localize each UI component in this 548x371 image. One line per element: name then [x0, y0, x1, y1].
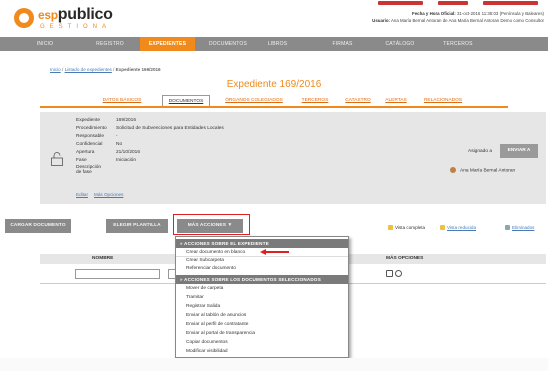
refresh-icon[interactable]: [395, 270, 402, 277]
logo-subtitle: GESTIONA: [40, 24, 112, 30]
column-mas-opciones: MÁS OPCIONES: [386, 256, 424, 261]
menu-item-portal-transparencia[interactable]: Enviar al portal de transparencia: [176, 330, 348, 338]
elegir-plantilla-button[interactable]: ELEGIR PLANTILLA: [106, 219, 168, 233]
info-row: Expediente 169/2016: [76, 118, 137, 123]
column-nombre: NOMBRE: [92, 256, 114, 261]
menu-item-visibilidad[interactable]: Modificar visibilidad: [176, 348, 348, 356]
nav-item-inicio[interactable]: INICIO: [20, 37, 70, 51]
dropdown-header-documentos: » ACCIONES SOBRE LOS DOCUMENTOS SELECCIO…: [176, 275, 348, 284]
page-footer: [0, 358, 548, 371]
mas-opciones-link[interactable]: Más Opciones: [94, 192, 123, 197]
nav-item-libros[interactable]: LIBROS: [255, 37, 300, 51]
breadcrumb-current: Expediente 169/2016: [115, 67, 161, 72]
nav-item-registro[interactable]: REGISTRO: [80, 37, 140, 51]
menu-item-tablon[interactable]: Enviar al tablón de anuncios: [176, 312, 348, 320]
vista-reducida-icon: [440, 225, 445, 231]
user-icon: [450, 167, 456, 173]
arrow-shaft: [265, 251, 289, 253]
vista-completa-icon: [388, 225, 393, 231]
info-row: Fase Iniciación: [76, 158, 136, 163]
lock-icon: [51, 152, 63, 166]
editar-link[interactable]: Editar: [76, 192, 88, 197]
breadcrumb: Inicio / Listado de expedientes / Expedi…: [50, 67, 161, 72]
dropdown-header-expediente: » ACCIONES SOBRE EL EXPEDIENTE: [176, 239, 348, 248]
menu-item-mover[interactable]: Mover de carpeta: [176, 285, 348, 293]
info-row: Procedimiento Solicitud de Subvenciones p…: [76, 126, 224, 131]
vista-completa-link[interactable]: Vista completa: [388, 225, 425, 231]
menu-item-registrar-salida[interactable]: Registrar Salida: [176, 303, 348, 311]
row-options: [386, 270, 404, 277]
info-links: Editar Más Opciones: [76, 192, 129, 197]
nav-item-terceros[interactable]: TERCEROS: [432, 37, 484, 51]
info-row: Apertura 21/10/2016: [76, 150, 141, 155]
header-accent-strip: [358, 0, 548, 6]
assigned-user: Ana María Bernal Antoran: [450, 167, 515, 173]
menu-item-crear-subcarpeta[interactable]: Crear Subcarpeta: [176, 257, 348, 265]
nav-item-expedientes[interactable]: EXPEDIENTES: [140, 37, 195, 51]
asignado-label: Asignado a: [468, 149, 493, 154]
page-title: Expediente 169/2016: [226, 79, 322, 90]
eliminados-link[interactable]: Eliminados: [505, 225, 534, 231]
enviar-a-button[interactable]: ENVIAR A: [500, 144, 538, 158]
nombre-filter-input[interactable]: [75, 269, 160, 279]
menu-item-copiar[interactable]: Copiar documentos: [176, 339, 348, 347]
nav-item-firmas[interactable]: FIRMAS: [320, 37, 365, 51]
info-row: Descripción de fase: [76, 165, 102, 175]
breadcrumb-inicio[interactable]: Inicio: [50, 67, 61, 72]
header: esppublico GESTIONA Fecha y Hora Oficial…: [0, 0, 548, 36]
tab-underline: [40, 106, 508, 108]
menu-item-perfil-contratante[interactable]: Enviar al perfil de contratante: [176, 321, 348, 329]
info-row: Responsable -: [76, 134, 118, 139]
cargar-documento-button[interactable]: CARGAR DOCUMENTO: [5, 219, 71, 233]
info-row: Confidencial No: [76, 142, 123, 147]
nav-item-documentos[interactable]: DOCUMENTOS: [198, 37, 258, 51]
main-nav: INICIO REGISTRO EXPEDIENTES DOCUMENTOS L…: [0, 37, 548, 51]
eliminados-icon: [505, 225, 510, 231]
select-icon[interactable]: [386, 270, 393, 277]
official-datetime: Fecha y Hora Oficial: 31-oct-2016 11:35:…: [372, 11, 544, 23]
highlight-box: [173, 214, 250, 235]
menu-item-tramitar[interactable]: Tramitar: [176, 294, 348, 302]
nav-item-catalogo[interactable]: CATÁLOGO: [375, 37, 425, 51]
expediente-info-panel: Expediente 169/2016 Procedimiento Solicitu…: [40, 112, 546, 204]
info-fields: Expediente 169/2016 Procedimiento Solicitu…: [76, 117, 224, 175]
breadcrumb-listado[interactable]: Listado de expedientes: [65, 67, 112, 72]
logo: esppublico: [38, 6, 113, 23]
menu-item-referenciar[interactable]: Referenciar documento: [176, 265, 348, 273]
logo-icon: [14, 8, 34, 28]
vista-reducida-link[interactable]: Vista reducida: [440, 225, 476, 231]
